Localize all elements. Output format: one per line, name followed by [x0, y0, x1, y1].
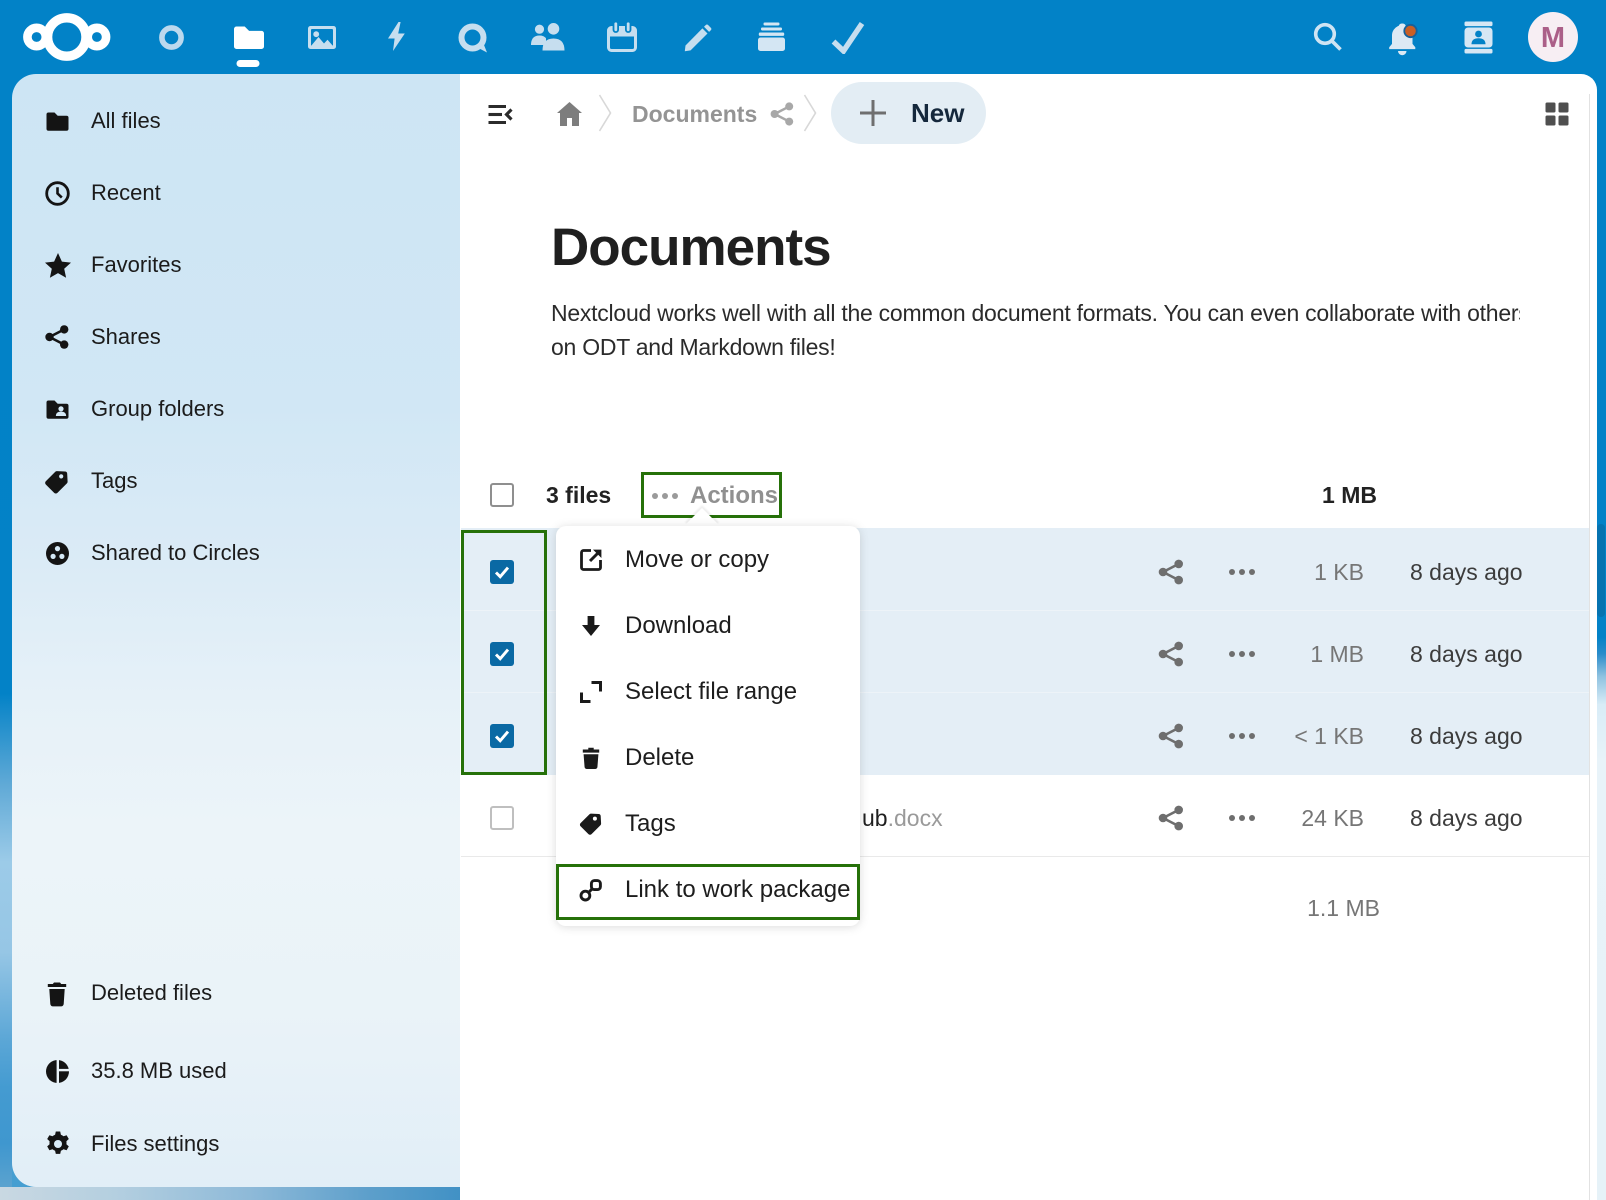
svg-text:M: M	[1541, 22, 1565, 54]
